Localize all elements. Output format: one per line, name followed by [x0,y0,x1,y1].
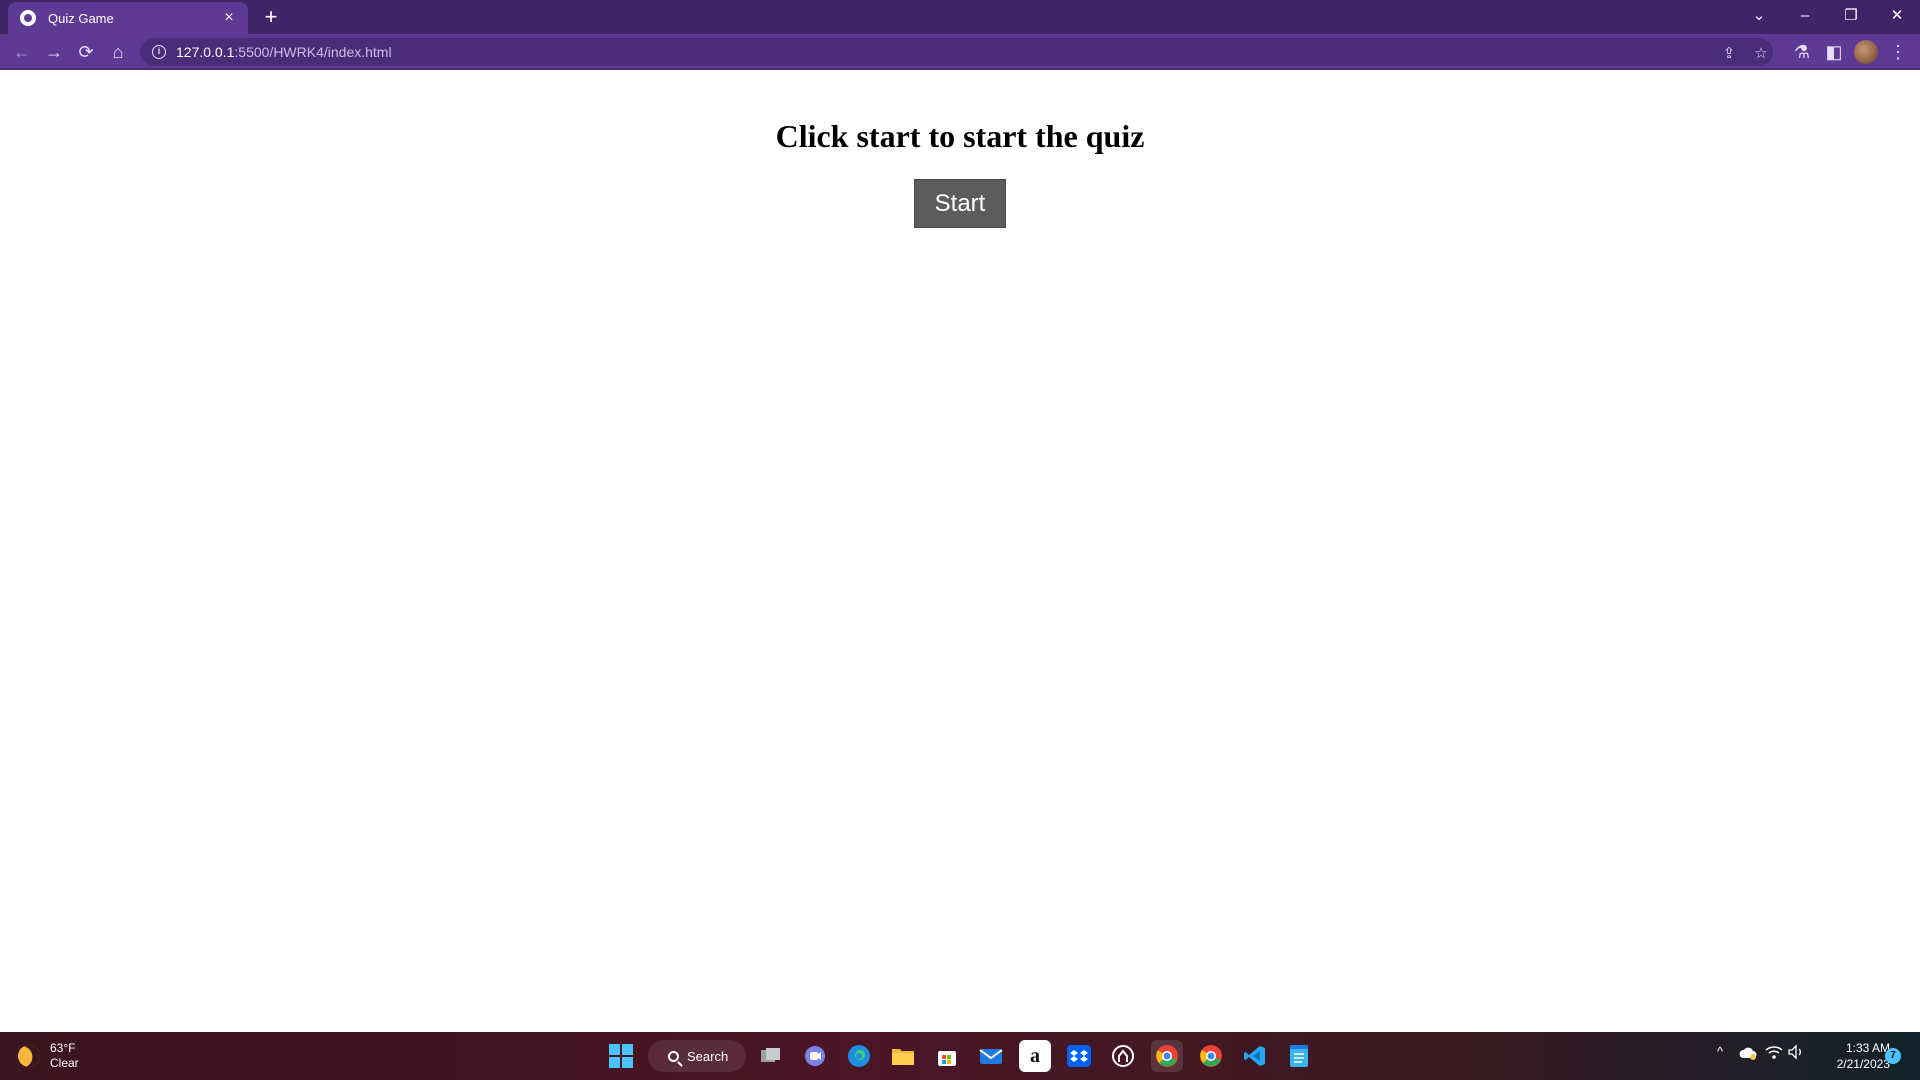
browser-tabstrip: Quiz Game × + ⌄ – ❐ ✕ [0,0,1920,34]
browser-menu-icon[interactable]: ⋮ [1885,39,1911,65]
url-path: :5500/HWRK4/index.html [234,44,392,60]
microsoft-store-icon[interactable] [931,1040,963,1072]
restore-button[interactable]: ❐ [1828,0,1874,30]
profile-avatar[interactable] [1854,40,1878,64]
file-explorer-icon[interactable] [887,1040,919,1072]
chrome-profile-icon[interactable] [1151,1040,1183,1072]
onedrive-icon[interactable] [1739,1046,1757,1063]
new-tab-button[interactable]: + [258,4,284,30]
address-bar[interactable]: i 127.0.0.1:5500/HWRK4/index.html ⇪ ☆ [140,38,1773,66]
tab-close-icon[interactable]: × [220,9,238,27]
chrome-icon[interactable] [1195,1040,1227,1072]
dropbox-icon[interactable] [1063,1040,1095,1072]
search-icon [668,1050,679,1062]
start-button[interactable]: Start [914,179,1006,228]
start-icon[interactable] [605,1040,637,1072]
tab-title: Quiz Game [48,10,114,26]
bookmark-star-icon[interactable]: ☆ [1750,42,1772,64]
globe-icon [20,10,36,26]
teams-chat-icon[interactable] [799,1040,831,1072]
clock-time: 1:33 AM [1845,1041,1890,1055]
labs-icon[interactable]: ⚗ [1789,39,1815,65]
home-icon[interactable]: ⌂ [105,39,131,65]
taskbar: 63°F Clear Search a ^ 1:33 AM 2/21/2023 … [0,1032,1920,1080]
github-desktop-icon[interactable] [1107,1040,1139,1072]
weather-condition: Clear [50,1056,79,1070]
taskbar-clock[interactable]: 1:33 AM 2/21/2023 [1820,1040,1890,1072]
clock-date: 2/21/2023 [1836,1057,1890,1071]
page-content: Click start to start the quiz Start [0,72,1920,1032]
site-info-icon[interactable]: i [152,45,166,59]
mail-icon[interactable] [975,1040,1007,1072]
url-host: 127.0.0.1 [176,44,235,60]
notification-badge[interactable]: 7 [1885,1048,1901,1064]
wifi-icon[interactable] [1765,1044,1783,1063]
tab-search-icon[interactable]: ⌄ [1736,0,1782,30]
reload-icon[interactable]: ⟳ [73,39,99,65]
tab-quiz-game[interactable]: Quiz Game × [8,2,248,34]
vscode-icon[interactable] [1239,1040,1271,1072]
volume-icon[interactable] [1787,1044,1805,1063]
back-icon[interactable]: ← [9,39,35,65]
moon-icon [13,1040,45,1072]
share-icon[interactable]: ⇪ [1718,42,1740,64]
forward-icon[interactable]: → [41,39,67,65]
notepad-icon[interactable] [1283,1040,1315,1072]
edge-icon[interactable] [843,1040,875,1072]
minimize-button[interactable]: – [1782,0,1828,30]
browser-toolbar: ← → ⟳ ⌂ i 127.0.0.1:5500/HWRK4/index.htm… [0,34,1920,70]
show-hidden-icons-chevron[interactable]: ^ [1717,1044,1723,1059]
taskbar-search-button[interactable]: Search [648,1040,746,1072]
amazon-icon[interactable]: a [1019,1040,1051,1072]
close-window-button[interactable]: ✕ [1874,0,1920,30]
weather-widget[interactable]: 63°F Clear [13,1040,79,1072]
page-heading: Click start to start the quiz [775,118,1145,154]
weather-temperature: 63°F [50,1041,76,1055]
search-label: Search [687,1048,729,1064]
task-view-icon[interactable] [755,1040,787,1072]
side-panel-icon[interactable]: ◧ [1821,39,1847,65]
